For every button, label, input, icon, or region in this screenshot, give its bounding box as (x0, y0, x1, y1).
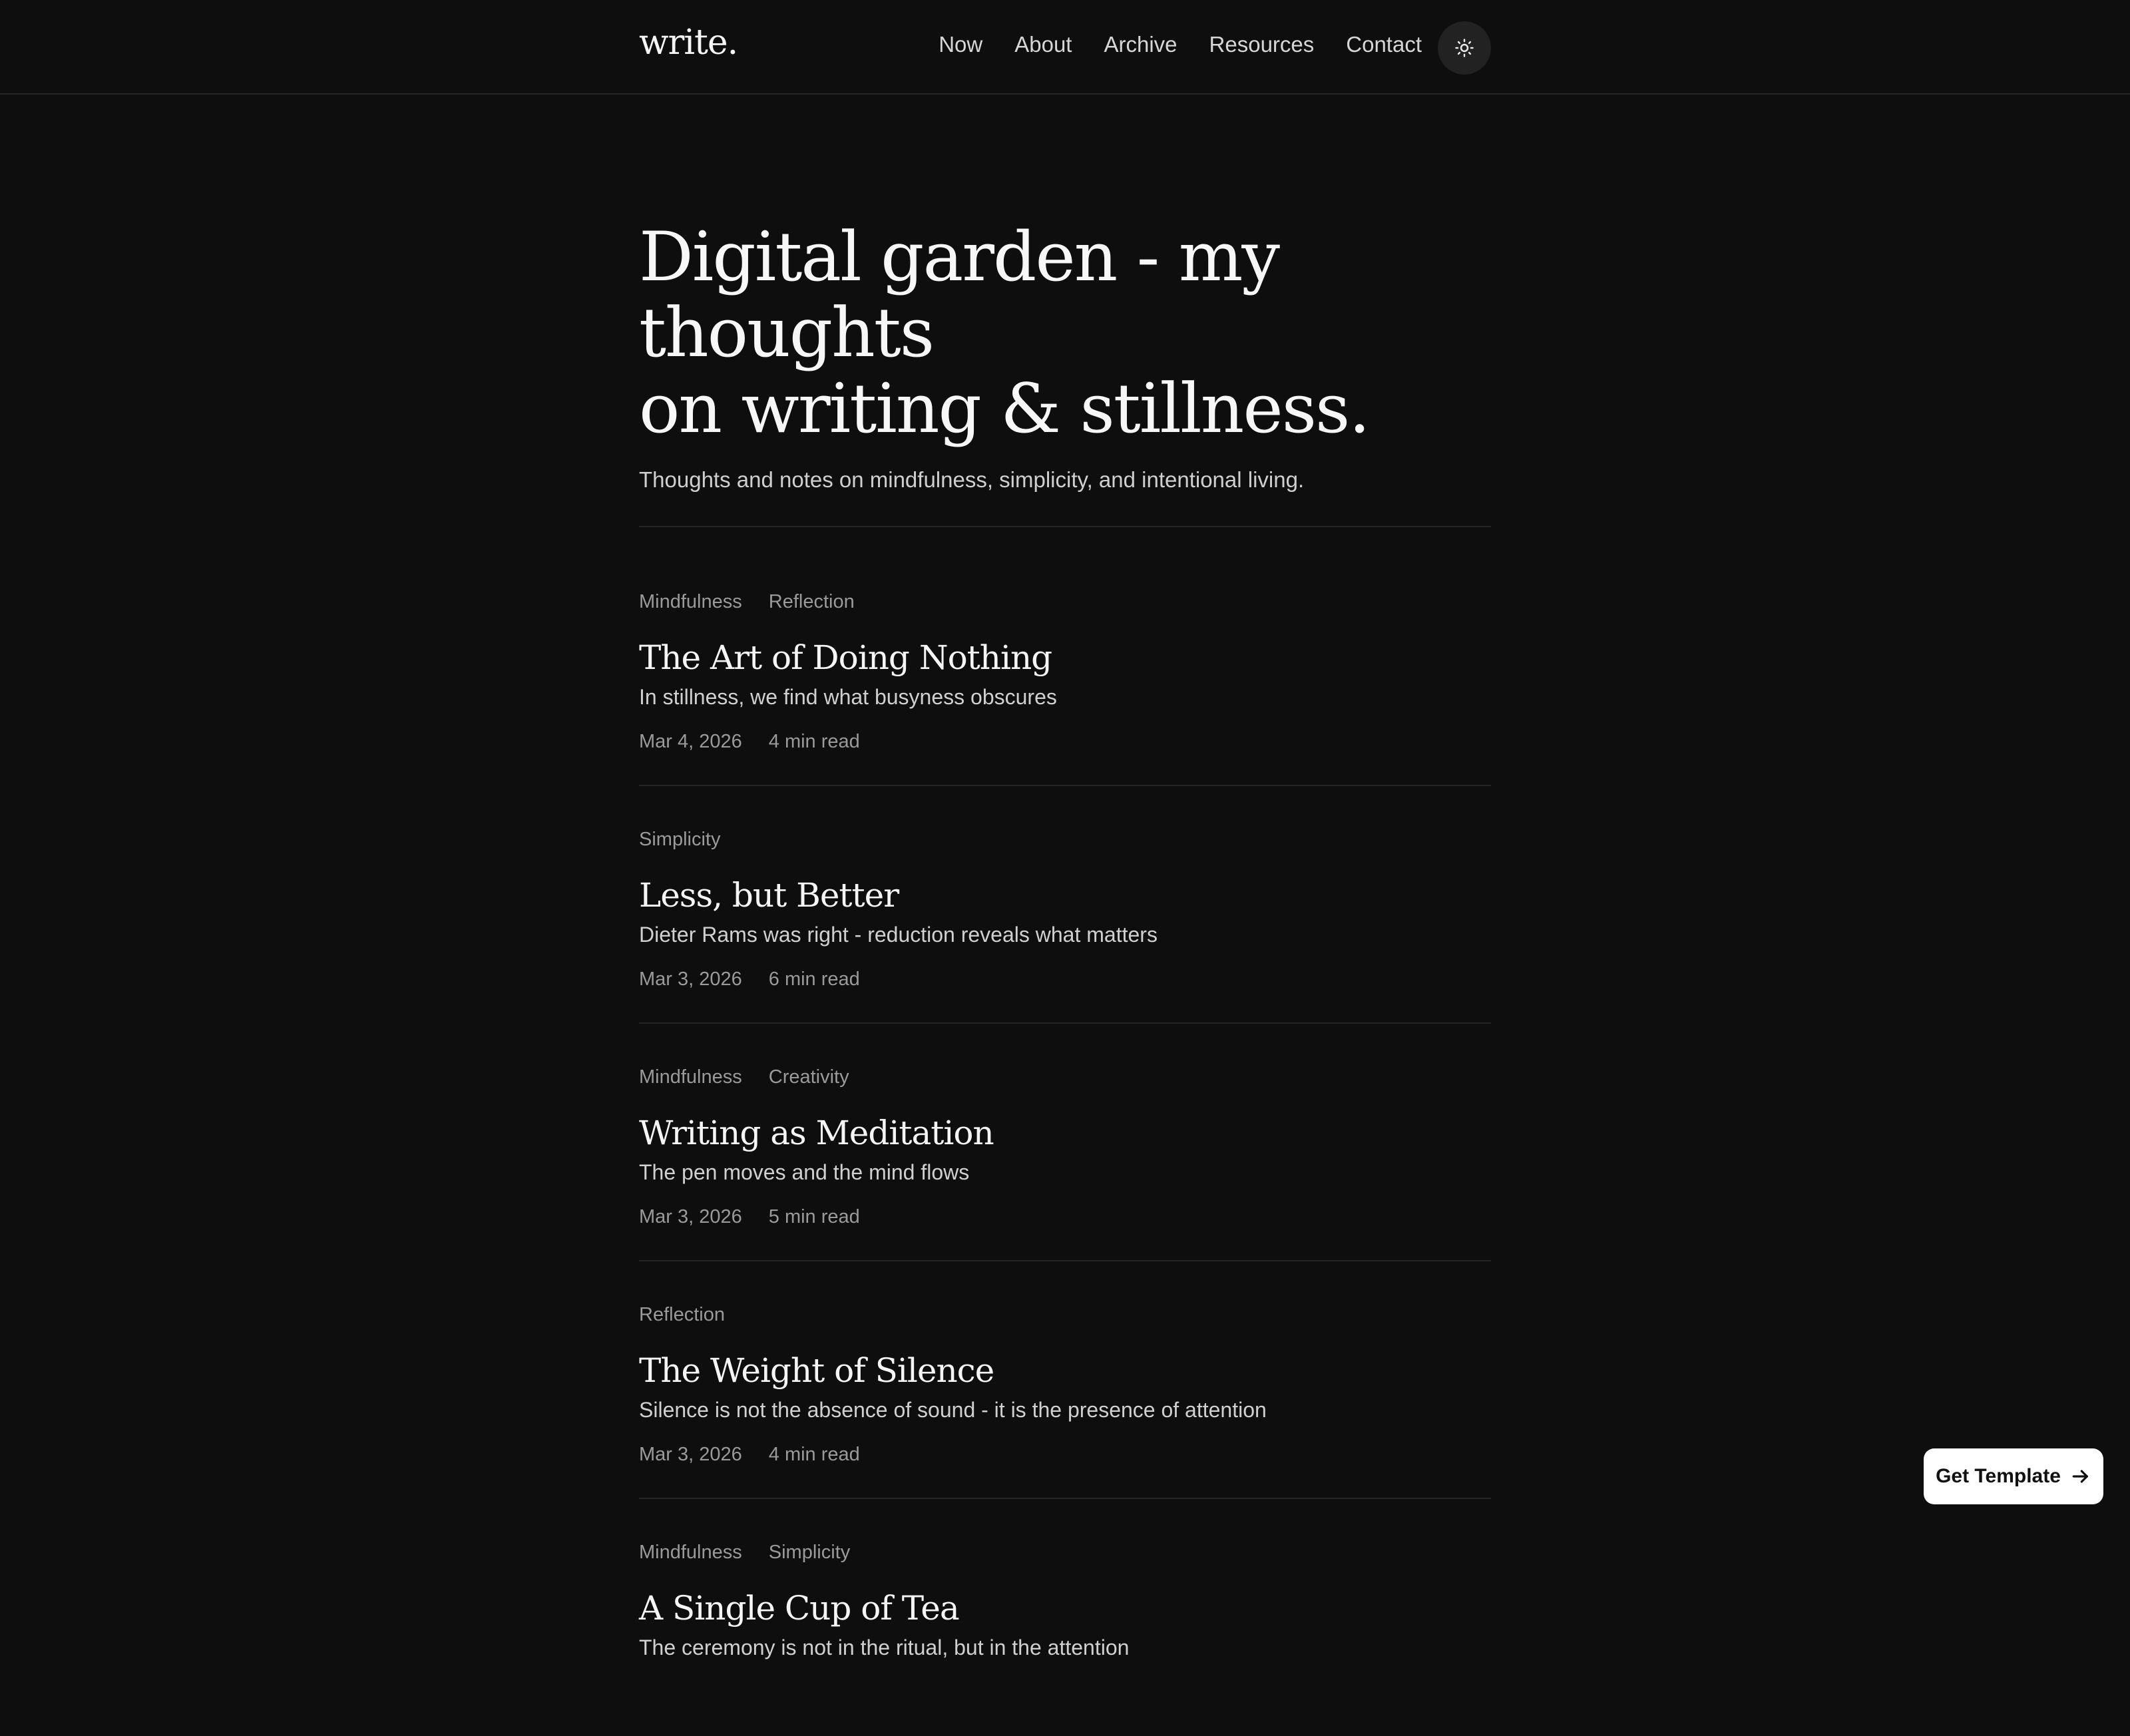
nav-link-contact[interactable]: Contact (1346, 32, 1422, 57)
get-template-label: Get Template (1936, 1465, 2061, 1487)
sun-icon (1455, 39, 1474, 57)
post-title[interactable]: The Art of Doing Nothing (639, 638, 1491, 678)
page-title-line-2: on writing & stillness. (639, 369, 1371, 449)
arrow-right-icon (2070, 1466, 2091, 1487)
post-meta: Mar 4, 2026 4 min read (639, 731, 1491, 753)
post-excerpt: The pen moves and the mind flows (639, 1160, 970, 1184)
nav-link-resources[interactable]: Resources (1209, 32, 1315, 57)
post-list: Mindfulness Reflection The Art of Doing … (639, 591, 1491, 1693)
post-date: Mar 3, 2026 (639, 1206, 742, 1227)
site-header: write. Now About Archive Resources Conta… (0, 0, 2130, 95)
tag-label[interactable]: Mindfulness (639, 591, 742, 615)
tag-label[interactable]: Reflection (639, 1304, 725, 1328)
tag-label[interactable]: Mindfulness (639, 1542, 742, 1566)
tag-label[interactable]: Simplicity (639, 829, 720, 853)
nav-link-now[interactable]: Now (939, 32, 982, 57)
main-content: Digital garden - my thoughts on writing … (639, 220, 1491, 1736)
post-item[interactable]: Mindfulness Creativity Writing as Medita… (639, 1066, 1491, 1261)
tag-label[interactable]: Creativity (769, 1066, 849, 1090)
nav-link-about[interactable]: About (1014, 32, 1072, 57)
post-item[interactable]: Simplicity Less, but Better Dieter Rams … (639, 829, 1491, 1024)
post-meta: Mar 3, 2026 6 min read (639, 969, 1491, 990)
post-date: Mar 4, 2026 (639, 731, 742, 752)
post-excerpt: The ceremony is not in the ritual, but i… (639, 1635, 1130, 1659)
nav-link-archive[interactable]: Archive (1104, 32, 1177, 57)
post-item[interactable]: Reflection The Weight of Silence Silence… (639, 1304, 1491, 1499)
tag-label[interactable]: Simplicity (769, 1542, 850, 1566)
post-excerpt: Dieter Rams was right - reduction reveal… (639, 923, 1158, 947)
post-tags: Mindfulness Simplicity (639, 1542, 1491, 1566)
post-meta: Mar 3, 2026 4 min read (639, 1444, 1491, 1466)
main-nav: Now About Archive Resources Contact (907, 32, 1422, 57)
post-title[interactable]: A Single Cup of Tea (639, 1588, 1491, 1628)
post-read-time: 5 min read (768, 1206, 860, 1227)
post-date: Mar 3, 2026 (639, 969, 742, 990)
post-tags: Reflection (639, 1304, 1491, 1328)
post-tags: Simplicity (639, 829, 1491, 853)
tag-label[interactable]: Reflection (769, 591, 855, 615)
post-title[interactable]: Writing as Meditation (639, 1113, 1491, 1153)
post-excerpt: Silence is not the absence of sound - it… (639, 1398, 1267, 1422)
post-read-time: 6 min read (768, 969, 860, 990)
theme-toggle-button[interactable] (1438, 21, 1491, 75)
post-title[interactable]: Less, but Better (639, 875, 1491, 915)
post-tags: Mindfulness Creativity (639, 1066, 1491, 1090)
tag-label[interactable]: Mindfulness (639, 1066, 742, 1090)
post-item[interactable]: Mindfulness Simplicity A Single Cup of T… (639, 1542, 1491, 1693)
site-logo[interactable]: write. (639, 23, 738, 63)
post-excerpt: In stillness, we find what busyness obsc… (639, 685, 1057, 709)
post-tags: Mindfulness Reflection (639, 591, 1491, 615)
page-subtitle: Thoughts and notes on mindfulness, simpl… (639, 467, 1305, 492)
post-read-time: 4 min read (768, 731, 860, 752)
post-item[interactable]: Mindfulness Reflection The Art of Doing … (639, 591, 1491, 786)
get-template-button[interactable]: Get Template (1924, 1448, 2103, 1504)
post-read-time: 4 min read (768, 1444, 860, 1465)
page-title-line-1: Digital garden - my thoughts (639, 218, 1280, 373)
post-title[interactable]: The Weight of Silence (639, 1351, 1491, 1391)
hero-divider (639, 526, 1491, 527)
post-date: Mar 3, 2026 (639, 1444, 742, 1465)
page-title: Digital garden - my thoughts on writing … (639, 220, 1491, 447)
post-meta: Mar 3, 2026 5 min read (639, 1206, 1491, 1228)
